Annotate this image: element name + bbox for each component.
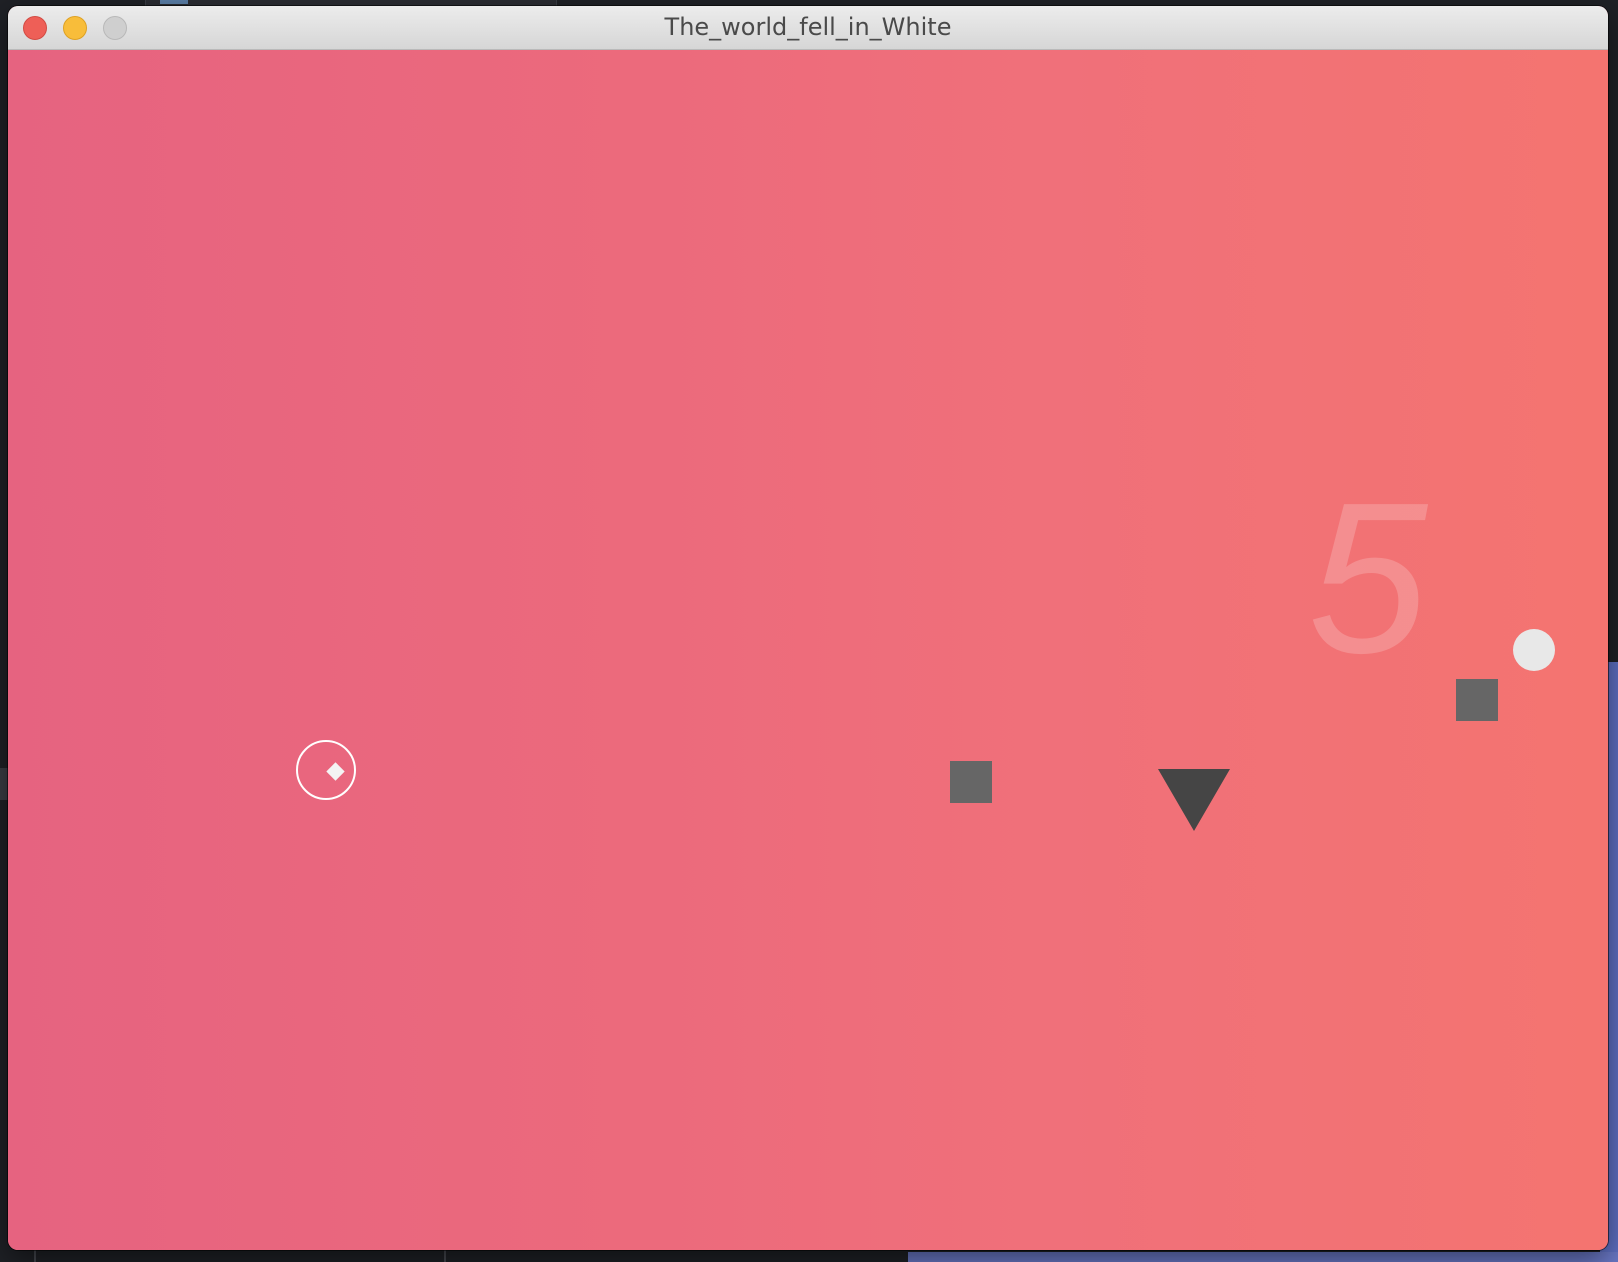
collectible-orb-icon [1513,629,1555,671]
game-canvas[interactable]: 5 [8,50,1608,1250]
desktop-divider [444,1250,446,1262]
background-window-icon [160,0,188,4]
window-titlebar[interactable]: The_world_fell_in_White [8,6,1608,50]
game-window: The_world_fell_in_White 5 [8,6,1608,1250]
score-display: 5 [1308,457,1428,698]
desktop-background-bottom [908,1252,1618,1262]
desktop-edge [0,768,8,800]
obstacle-block [950,761,992,803]
obstacle-spike-icon [1158,769,1230,831]
window-title: The_world_fell_in_White [664,13,952,41]
obstacle-block [1456,679,1498,721]
desktop-divider [34,1250,36,1262]
